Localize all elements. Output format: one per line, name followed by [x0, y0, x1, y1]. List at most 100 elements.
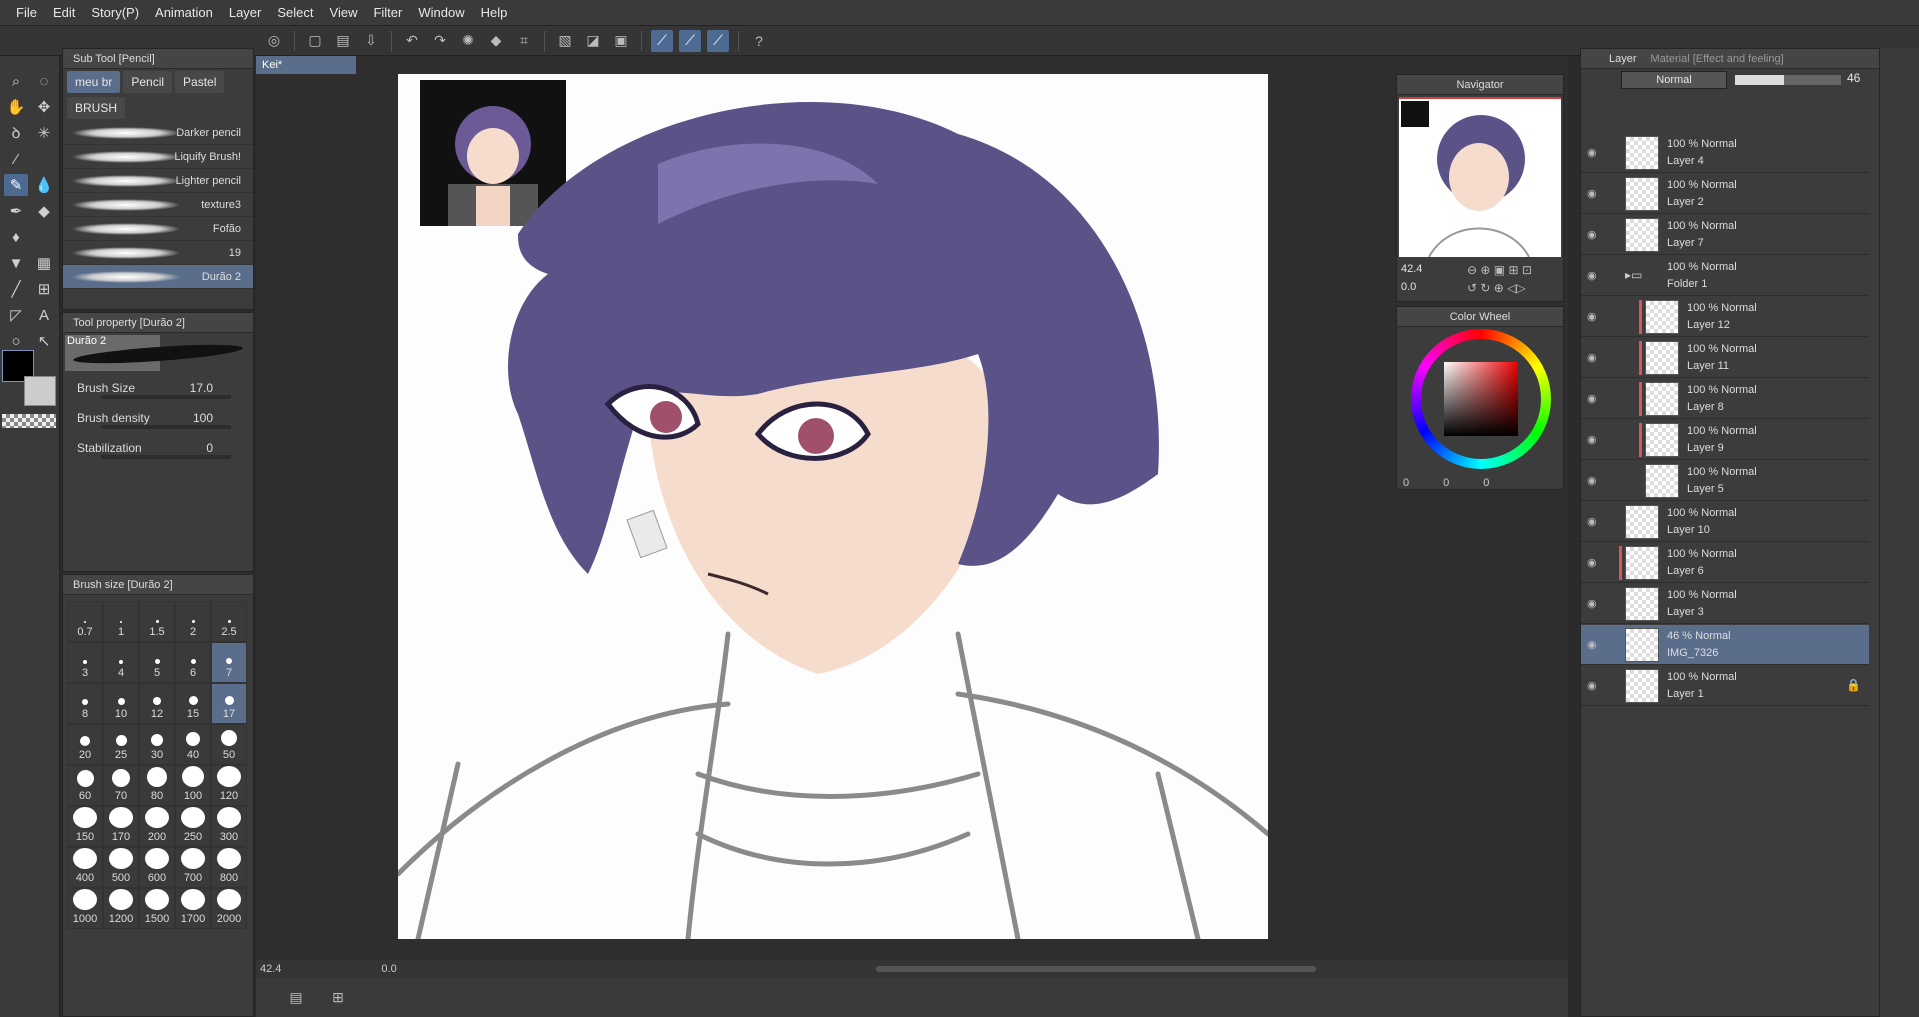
water-icon[interactable]: 💧 [32, 174, 56, 196]
menu-view[interactable]: View [322, 0, 366, 26]
brush-size-option[interactable]: 8 [67, 683, 103, 724]
eye-icon[interactable]: ◉ [1587, 392, 1601, 406]
loading-icon[interactable]: ✺ [457, 30, 479, 52]
help-icon[interactable]: ? [748, 30, 770, 52]
menu-window[interactable]: Window [410, 0, 472, 26]
brush-density-slider[interactable] [101, 425, 231, 429]
folder-icon[interactable]: ▸▭ [1625, 268, 1642, 282]
brush-size-option[interactable]: 50 [211, 724, 247, 765]
tab-meu-br[interactable]: meu br [67, 71, 121, 93]
timeline-icon[interactable]: ▤ [285, 986, 307, 1008]
transform-icon[interactable]: ⌗ [513, 30, 535, 52]
mask-icon[interactable]: ▣ [610, 30, 632, 52]
navigator-zoom[interactable]: 42.4 [1401, 263, 1422, 275]
blend-icon[interactable]: ♦ [4, 226, 28, 248]
brush-item[interactable]: Darker pencil [63, 121, 253, 145]
ruler-icon[interactable]: ◸ [4, 304, 28, 326]
fill-bucket-icon[interactable]: ▼ [4, 252, 28, 274]
menu-edit[interactable]: Edit [45, 0, 83, 26]
brush-size-row[interactable]: Brush Size 17.0 [63, 373, 253, 403]
brush-size-option[interactable]: 1200 [103, 888, 139, 929]
open-file-icon[interactable]: ▤ [332, 30, 354, 52]
brush-size-option[interactable]: 170 [103, 806, 139, 847]
figure-icon[interactable]: ╱ [4, 278, 28, 300]
stabilization-value[interactable]: 0 [206, 441, 213, 455]
brush-item[interactable]: Liquify Brush! [63, 145, 253, 169]
brush-size-option[interactable]: 30 [139, 724, 175, 765]
zoom-icon[interactable]: ⌕ [4, 70, 28, 92]
brush-size-slider[interactable] [101, 395, 231, 399]
layer-row[interactable]: ◉ 100 % Normal Layer 1 🔒 [1581, 666, 1869, 706]
layer-row[interactable]: ◉ 100 % Normal Layer 11 [1581, 338, 1869, 378]
lasso-icon[interactable]: ꝺ [4, 122, 28, 144]
saturation-value-square[interactable] [1444, 362, 1518, 436]
brush-size-option[interactable]: 1 [103, 601, 139, 642]
eye-icon[interactable]: ◉ [1587, 228, 1601, 242]
brush-size-option[interactable]: 250 [175, 806, 211, 847]
brush-size-option[interactable]: 2.5 [211, 601, 247, 642]
brush-size-option[interactable]: 2000 [211, 888, 247, 929]
save-icon[interactable]: ⇩ [360, 30, 382, 52]
status-zoom[interactable]: 42.4 [260, 963, 281, 975]
color-value-v[interactable]: 0 [1483, 477, 1489, 489]
document-tab[interactable]: Kei* [256, 56, 356, 74]
clear-icon[interactable]: ▧ [554, 30, 576, 52]
frame-icon[interactable]: ⊞ [32, 278, 56, 300]
brush-size-value[interactable]: 17.0 [190, 381, 213, 395]
layer-row[interactable]: ◉ 100 % Normal Layer 9 [1581, 420, 1869, 460]
new-file-icon[interactable]: ▢ [304, 30, 326, 52]
layer-row[interactable]: ◉ 100 % Normal Layer 10 [1581, 502, 1869, 542]
blend-mode-select[interactable]: Normal [1621, 71, 1727, 89]
eye-icon[interactable]: ◉ [1587, 638, 1601, 652]
layer-row[interactable]: ◉ 100 % Normal Layer 7 [1581, 215, 1869, 255]
brush-size-option[interactable]: 70 [103, 765, 139, 806]
eye-icon[interactable]: ◉ [1587, 146, 1601, 160]
menu-animation[interactable]: Animation [147, 0, 221, 26]
layer-row[interactable]: ◉ 100 % Normal Layer 5 [1581, 461, 1869, 501]
eye-icon[interactable]: ◉ [1587, 187, 1601, 201]
brush-size-option[interactable]: 20 [67, 724, 103, 765]
eye-icon[interactable]: ◉ [1587, 556, 1601, 570]
text-icon[interactable]: A [32, 304, 56, 326]
undo-icon[interactable]: ↶ [401, 30, 423, 52]
brush-item[interactable]: 19 [63, 241, 253, 265]
layer-row[interactable]: ◉ 100 % Normal Layer 6 [1581, 543, 1869, 583]
brush-size-option[interactable]: 10 [103, 683, 139, 724]
eyedropper-icon[interactable]: ⁄ [4, 148, 28, 170]
layer-row[interactable]: ◉ 100 % Normal Layer 3 [1581, 584, 1869, 624]
navigator-rotation[interactable]: 0.0 [1401, 281, 1416, 293]
eye-icon[interactable]: ◉ [1587, 679, 1601, 693]
eye-icon[interactable]: ◉ [1587, 310, 1601, 324]
eye-icon[interactable]: ◉ [1587, 433, 1601, 447]
navigator-preview[interactable] [1399, 97, 1561, 258]
brush-size-option[interactable]: 12 [139, 683, 175, 724]
brush-size-option[interactable]: 60 [67, 765, 103, 806]
brush-size-option[interactable]: 7 [211, 642, 247, 683]
layer-row[interactable]: ◉ 100 % Normal Layer 8 [1581, 379, 1869, 419]
brush-item[interactable]: texture3 [63, 193, 253, 217]
brush-size-option[interactable]: 40 [175, 724, 211, 765]
hand-icon[interactable]: ✋ [4, 96, 28, 118]
layer-row[interactable]: ◉ 100 % Normal Layer 12 [1581, 297, 1869, 337]
color-value-s[interactable]: 0 [1443, 477, 1449, 489]
tone-icon[interactable]: ◪ [582, 30, 604, 52]
stabilization-slider[interactable] [101, 455, 231, 459]
eye-icon[interactable]: ◉ [1587, 351, 1601, 365]
brush-size-option[interactable]: 1700 [175, 888, 211, 929]
brush-size-option[interactable]: 600 [139, 847, 175, 888]
menu-file[interactable]: File [8, 0, 45, 26]
brush-size-option[interactable]: 150 [67, 806, 103, 847]
stabilization-row[interactable]: Stabilization 0 [63, 433, 253, 463]
lock-icon[interactable]: 🔒 [1846, 678, 1861, 692]
brush-size-option[interactable]: 400 [67, 847, 103, 888]
brush-size-option[interactable]: 6 [175, 642, 211, 683]
brush-size-option[interactable]: 1000 [67, 888, 103, 929]
opacity-slider[interactable] [1735, 75, 1841, 85]
status-rotation[interactable]: 0.0 [381, 963, 396, 975]
layer-row[interactable]: ◉ 100 % Normal Layer 2 [1581, 174, 1869, 214]
drawing-canvas[interactable] [398, 74, 1268, 939]
eye-icon[interactable]: ◉ [1587, 515, 1601, 529]
select-icon[interactable]: ◌ [32, 70, 56, 92]
brush-size-option[interactable]: 15 [175, 683, 211, 724]
transparent-swatch[interactable] [2, 414, 56, 428]
